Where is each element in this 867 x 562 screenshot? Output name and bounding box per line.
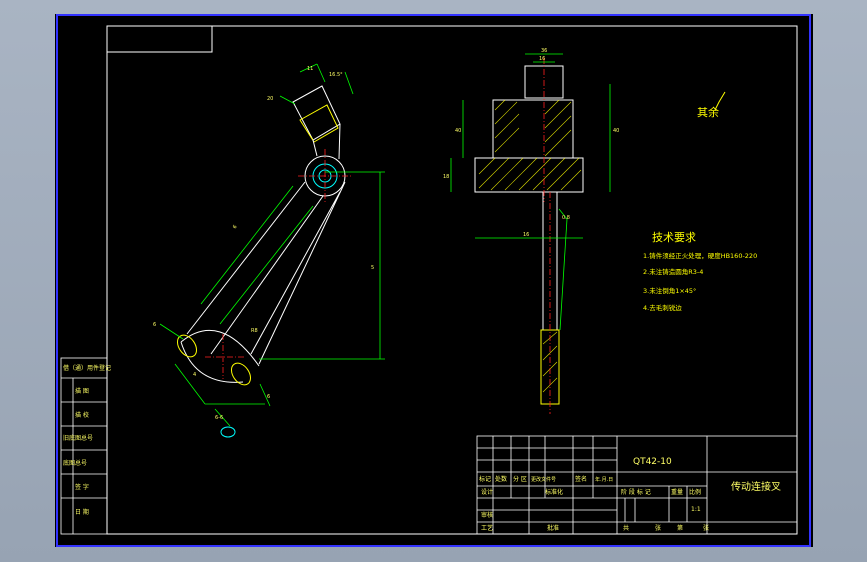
tech-item-1: 1.铸件须经正火处理，硬度HB160-220 [643, 251, 757, 260]
part-name: 传动连接叉 [731, 480, 781, 493]
sidebar-row-1: 描 图 [75, 387, 89, 395]
outer-border [56, 14, 811, 547]
audit-0: 审核 [481, 511, 493, 519]
sidebar-row-3: 旧底图总号 [63, 434, 93, 442]
tech-item-3: 3.未注倒角1×45° [643, 286, 696, 295]
detail-blob [220, 426, 236, 438]
dim-h-base: 18 [443, 174, 449, 180]
left-view-centerlines [205, 149, 352, 379]
process-0: 工艺 [481, 524, 493, 532]
dim-bottom2: 4 [193, 372, 196, 378]
dim-angle: 16.5° [329, 72, 343, 78]
right-arm [250, 181, 346, 365]
dim-h-right: 40 [613, 128, 619, 134]
dim-h-rod: 0.8 [562, 215, 570, 221]
flange [474, 157, 584, 193]
sheets-2: 第 [677, 524, 683, 532]
fork-eye-right [230, 362, 252, 386]
drawing-number: QT42-10 [633, 457, 672, 467]
sidebar-row-5: 签 字 [75, 483, 89, 491]
corner-box [106, 25, 213, 53]
sidebar-row-4: 底图总号 [63, 459, 87, 467]
drawing-canvas[interactable]: 11 16.5° 20 6 5 6 4 R8 6 6-6 36 16 40 40… [55, 14, 813, 547]
middle-block [492, 99, 574, 159]
dim-h-left: 40 [455, 128, 461, 134]
cad-drawing: 11 16.5° 20 6 5 6 4 R8 6 6-6 36 16 40 40… [56, 14, 811, 547]
tech-notes: 其余 技术要求 1.铸件须经正火处理，硬度HB160-220 2.未注铸造圆角R… [643, 91, 757, 312]
dim-w-inner: 16 [539, 56, 545, 62]
section-mark: 6-6 [215, 415, 223, 421]
scribble-note: 其余 [697, 105, 719, 119]
mark-0: 标记 [479, 475, 491, 483]
process-2: 批准 [547, 524, 559, 532]
title-block-labels: QT42-10 传动连接叉 标记 处数 分 区 更改文件号 签名 年.月.日 设… [479, 457, 781, 532]
top-clamp [292, 85, 341, 141]
dim-height: 5 [371, 265, 374, 271]
sheets-1: 张 [655, 524, 661, 532]
stage-0: 阶 段 标 记 [621, 488, 651, 496]
tech-item-4: 4.去毛刺锐边 [643, 303, 682, 312]
mark-4: 签名 [575, 475, 587, 483]
sidebar-row-0: 借（通）用件登记 [63, 364, 111, 372]
scale-value: 1:1 [691, 506, 701, 513]
stage-1: 重量 [671, 488, 683, 496]
dim-top: 11 [307, 66, 313, 72]
mark-1: 处数 [495, 475, 507, 483]
dim-rad: R8 [251, 328, 258, 334]
left-view [176, 85, 346, 438]
design-0: 设计 [481, 488, 493, 496]
dim-bottom: 6 [267, 394, 270, 400]
mark-2: 分 区 [513, 475, 527, 483]
dim-arm: 6 [232, 224, 239, 230]
sheets-3: 张 [703, 524, 709, 532]
right-view-labels: 36 16 40 40 18 16 0.8 [443, 48, 619, 238]
design-2: 标准化 [545, 488, 563, 496]
sidebar-labels: 借（通）用件登记 描 图 描 校 旧底图总号 底图总号 签 字 日 期 [63, 364, 111, 516]
dim-small: 6 [153, 322, 156, 328]
mark-3: 更改文件号 [531, 476, 556, 483]
right-view-hatch [478, 99, 582, 393]
tech-item-2: 2.未注铸造圆角R3-4 [643, 267, 703, 276]
dim-side: 20 [267, 96, 273, 102]
right-view-centerlines [543, 58, 551, 414]
drawing-frame [106, 25, 798, 535]
sidebar-row-2: 描 校 [75, 411, 89, 419]
sidebar-table [60, 357, 108, 535]
tech-title: 技术要求 [652, 231, 696, 244]
left-view-labels: 11 16.5° 20 6 5 6 4 R8 6 6-6 [153, 66, 374, 421]
dim-w-top: 36 [541, 48, 547, 54]
scribble-tick [714, 91, 726, 111]
dim-w-base: 16 [523, 232, 529, 238]
mark-5: 年.月.日 [595, 476, 613, 483]
fork-lower [180, 341, 244, 383]
stage-2: 比例 [689, 488, 701, 496]
sidebar-row-6: 日 期 [75, 508, 89, 516]
fork-arc [180, 329, 260, 367]
sheets-0: 共 [623, 524, 629, 532]
